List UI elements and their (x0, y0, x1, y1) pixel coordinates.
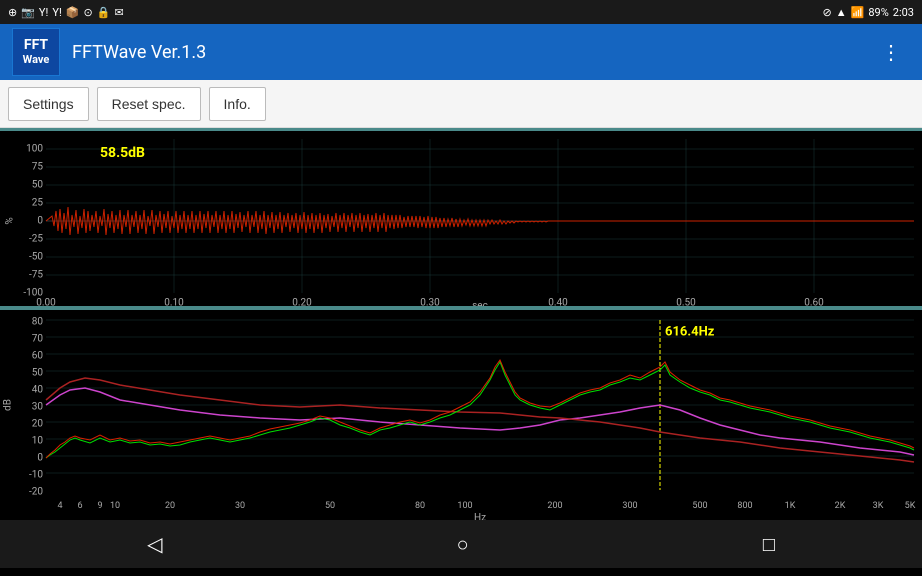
logo-wave: Wave (23, 54, 50, 66)
svg-text:0.40: 0.40 (548, 298, 568, 307)
svg-text:58.5dB: 58.5dB (100, 145, 145, 161)
svg-text:9: 9 (97, 501, 102, 511)
svg-text:6: 6 (77, 501, 82, 511)
svg-text:%: % (5, 217, 16, 224)
app-title: FFTWave Ver.1.3 (72, 42, 873, 63)
svg-text:20: 20 (32, 419, 44, 430)
svg-text:-75: -75 (29, 270, 43, 281)
svg-text:10: 10 (110, 501, 120, 511)
svg-text:50: 50 (32, 368, 44, 379)
fft-chart: 80 70 60 50 40 30 20 10 0 -10 -20 dB 616… (0, 310, 922, 520)
svg-text:800: 800 (737, 501, 752, 511)
title-bar: FFT Wave FFTWave Ver.1.3 ⋮ (0, 24, 922, 80)
svg-text:0: 0 (37, 216, 43, 227)
back-button[interactable]: ◁ (123, 524, 186, 564)
svg-text:30: 30 (32, 402, 44, 413)
svg-text:4: 4 (57, 501, 62, 511)
svg-text:sec: sec (472, 301, 488, 307)
svg-text:300: 300 (622, 501, 637, 511)
svg-text:100: 100 (26, 144, 43, 155)
svg-text:500: 500 (692, 501, 707, 511)
svg-text:-25: -25 (29, 234, 43, 245)
battery-label: 89% (868, 6, 888, 19)
status-icon-3: Y! (39, 6, 48, 19)
wave-chart: 100 75 50 25 0 -25 -50 -75 -100 % 0.00 0… (0, 131, 922, 306)
svg-text:616.4Hz: 616.4Hz (665, 325, 715, 340)
svg-text:75: 75 (32, 162, 44, 173)
svg-text:0.00: 0.00 (36, 298, 56, 307)
svg-text:Hz: Hz (474, 513, 486, 521)
overflow-menu-button[interactable]: ⋮ (873, 36, 910, 68)
status-icon-7: 🔒 (97, 6, 111, 19)
status-icon-8: ✉ (114, 6, 123, 19)
svg-text:200: 200 (547, 501, 562, 511)
status-icon-2: 📷 (21, 6, 35, 19)
svg-text:60: 60 (32, 351, 44, 362)
svg-text:50: 50 (325, 501, 335, 511)
svg-text:10: 10 (32, 436, 44, 447)
svg-text:80: 80 (415, 501, 425, 511)
svg-text:25: 25 (32, 198, 44, 209)
svg-text:80: 80 (32, 317, 44, 328)
status-right: ⊘ ▲ 📶 89% 2:03 (823, 6, 914, 19)
recent-apps-button[interactable]: □ (739, 524, 799, 565)
svg-text:0.20: 0.20 (292, 298, 312, 307)
svg-text:50: 50 (32, 180, 44, 191)
svg-text:100: 100 (457, 501, 472, 511)
svg-text:70: 70 (32, 334, 44, 345)
signal-icon: 📶 (851, 6, 865, 19)
status-icon-6: ⊙ (84, 6, 93, 19)
svg-text:3K: 3K (873, 501, 884, 511)
nav-bar: ◁ ○ □ (0, 520, 922, 568)
svg-text:2K: 2K (835, 501, 846, 511)
svg-text:40: 40 (32, 385, 44, 396)
wifi-icon: ▲ (836, 6, 847, 19)
time-label: 2:03 (893, 6, 914, 19)
status-bar: ⊕ 📷 Y! Y! 📦 ⊙ 🔒 ✉ ⊘ ▲ 📶 89% 2:03 (0, 0, 922, 24)
svg-text:0.60: 0.60 (804, 298, 824, 307)
block-icon: ⊘ (823, 6, 832, 19)
svg-text:0.50: 0.50 (676, 298, 696, 307)
home-button[interactable]: ○ (433, 524, 493, 565)
status-icon-5: 📦 (66, 6, 80, 19)
svg-text:0.30: 0.30 (420, 298, 440, 307)
svg-text:dB: dB (3, 399, 14, 411)
svg-text:0: 0 (37, 453, 43, 464)
app-logo: FFT Wave (12, 28, 60, 76)
svg-text:-20: -20 (29, 487, 43, 498)
svg-text:-10: -10 (29, 470, 43, 481)
status-icon-4: Y! (52, 6, 61, 19)
settings-button[interactable]: Settings (8, 87, 89, 121)
toolbar: Settings Reset spec. Info. (0, 80, 922, 128)
svg-text:5K: 5K (905, 501, 916, 511)
svg-text:1K: 1K (785, 501, 796, 511)
logo-fft: FFT (24, 38, 48, 53)
status-icons: ⊕ 📷 Y! Y! 📦 ⊙ 🔒 ✉ (8, 6, 124, 19)
status-icon-1: ⊕ (8, 6, 17, 19)
svg-text:20: 20 (165, 501, 175, 511)
svg-text:0.10: 0.10 (164, 298, 184, 307)
info-button[interactable]: Info. (209, 87, 266, 121)
svg-text:30: 30 (235, 501, 245, 511)
reset-spec-button[interactable]: Reset spec. (97, 87, 201, 121)
svg-text:-50: -50 (29, 252, 43, 263)
